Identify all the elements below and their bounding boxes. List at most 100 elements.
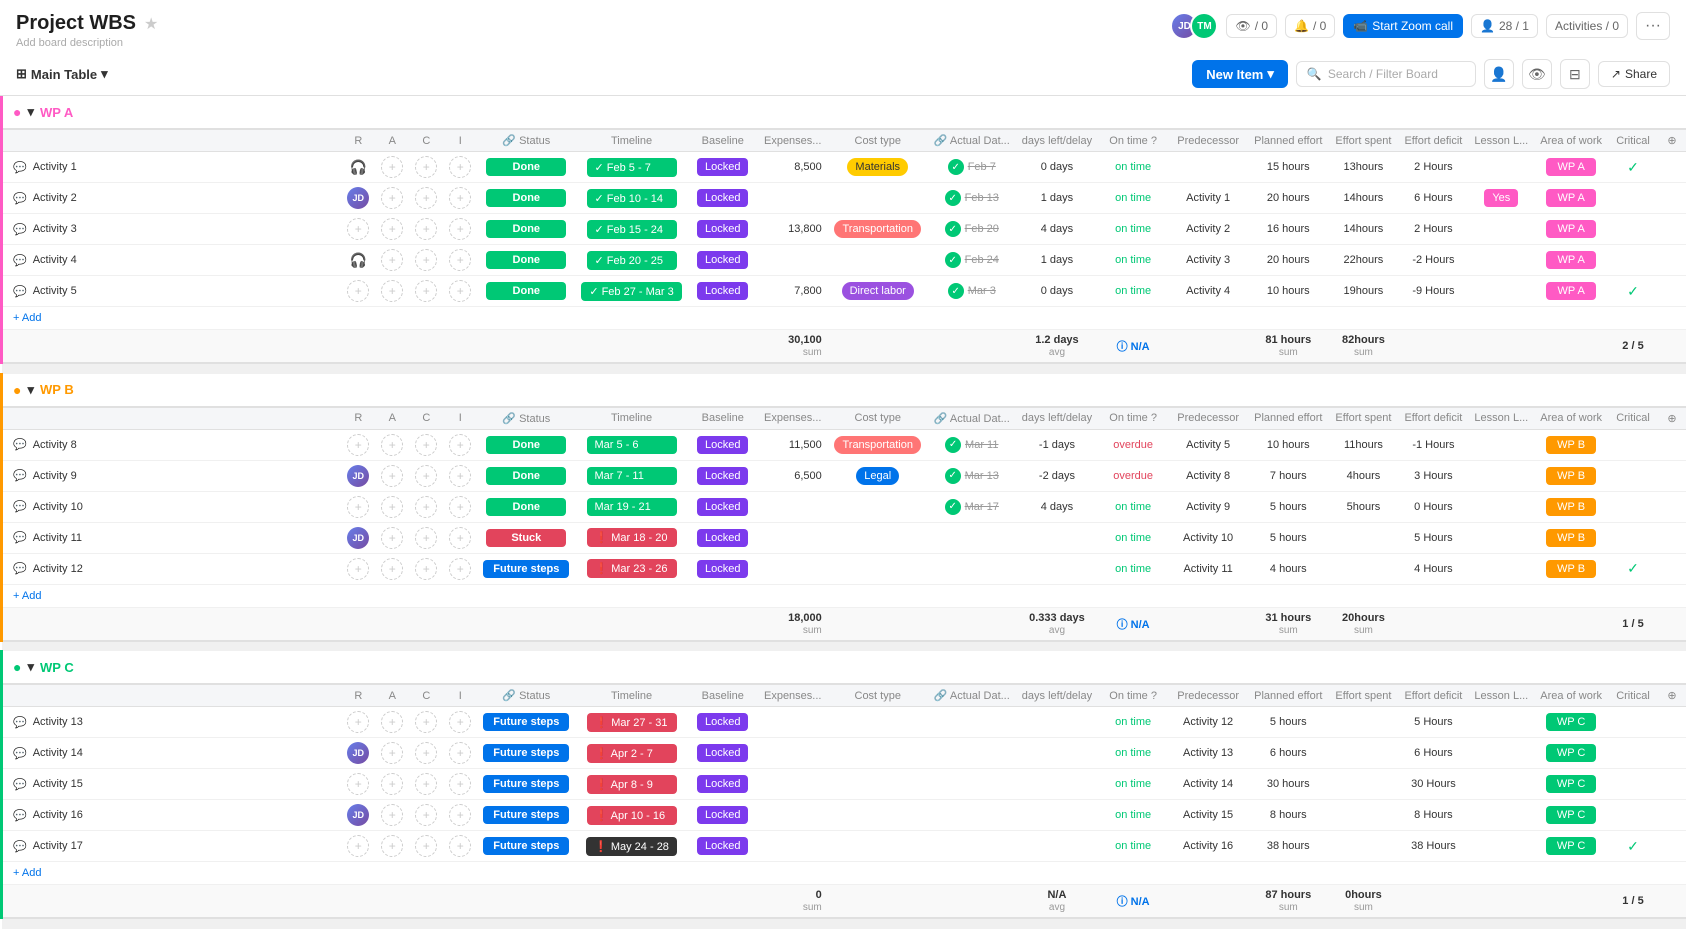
placeholder-person[interactable]: + <box>347 496 369 518</box>
comment-icon[interactable]: 💬 <box>13 192 27 205</box>
eye-button[interactable]: 👁 <box>1522 59 1552 89</box>
comment-icon[interactable]: 💬 <box>13 254 27 267</box>
add-row-wpc[interactable]: + Add <box>2 862 1686 885</box>
comment-icon[interactable]: 💬 <box>13 223 27 236</box>
comment-icon[interactable]: 💬 <box>13 469 27 482</box>
person-filter-button[interactable]: 👤 <box>1484 59 1514 89</box>
status-cell[interactable]: Future steps <box>477 769 575 800</box>
placeholder-person[interactable]: + <box>381 773 403 795</box>
status-cell[interactable]: Future steps <box>477 800 575 831</box>
status-cell[interactable]: Future steps <box>477 707 575 738</box>
placeholder-person[interactable]: + <box>381 465 403 487</box>
placeholder-person[interactable]: + <box>449 527 471 549</box>
placeholder-person[interactable]: + <box>381 742 403 764</box>
comment-icon[interactable]: 💬 <box>13 809 27 822</box>
group-collapse-icon[interactable]: ▾ <box>27 104 34 120</box>
comment-icon[interactable]: 💬 <box>13 840 27 853</box>
placeholder-person[interactable]: + <box>415 527 437 549</box>
placeholder-person[interactable]: + <box>381 496 403 518</box>
placeholder-person[interactable]: + <box>449 773 471 795</box>
status-cell[interactable]: Future steps <box>477 738 575 769</box>
placeholder-person[interactable]: + <box>381 249 403 271</box>
placeholder-person[interactable]: + <box>449 434 471 456</box>
placeholder-person[interactable]: + <box>347 773 369 795</box>
main-table-selector[interactable]: ⊞ Main Table ▾ <box>16 66 108 82</box>
comment-icon[interactable]: 💬 <box>13 438 27 451</box>
placeholder-person[interactable]: + <box>347 218 369 240</box>
status-cell[interactable]: Done <box>477 245 575 276</box>
placeholder-person[interactable]: + <box>449 280 471 302</box>
placeholder-person[interactable]: + <box>415 558 437 580</box>
add-item-button[interactable]: + Add <box>2 584 1686 607</box>
placeholder-person[interactable]: + <box>381 835 403 857</box>
placeholder-person[interactable]: + <box>449 187 471 209</box>
comment-icon[interactable]: 💬 <box>13 161 27 174</box>
placeholder-person[interactable]: + <box>347 280 369 302</box>
col-add-header[interactable]: ⊕ <box>1658 407 1686 430</box>
placeholder-person[interactable]: + <box>415 249 437 271</box>
comment-icon[interactable]: 💬 <box>13 716 27 729</box>
star-icon[interactable]: ★ <box>144 14 158 34</box>
placeholder-person[interactable]: + <box>449 465 471 487</box>
placeholder-person[interactable]: + <box>415 156 437 178</box>
placeholder-person[interactable]: + <box>381 156 403 178</box>
placeholder-person[interactable]: + <box>381 804 403 826</box>
placeholder-person[interactable]: + <box>381 527 403 549</box>
more-options-button[interactable]: ··· <box>1636 12 1670 40</box>
placeholder-person[interactable]: + <box>347 835 369 857</box>
status-cell[interactable]: Future steps <box>477 831 575 862</box>
add-item-button[interactable]: + Add <box>2 862 1686 885</box>
placeholder-person[interactable]: + <box>415 280 437 302</box>
comment-icon[interactable]: 💬 <box>13 500 27 513</box>
placeholder-person[interactable]: + <box>381 558 403 580</box>
placeholder-person[interactable]: + <box>381 218 403 240</box>
group-collapse-icon[interactable]: ▾ <box>27 659 34 675</box>
add-row-wpb[interactable]: + Add <box>2 584 1686 607</box>
add-description[interactable]: Add board description <box>16 37 158 49</box>
placeholder-person[interactable]: + <box>415 804 437 826</box>
comment-icon[interactable]: 💬 <box>13 562 27 575</box>
status-cell[interactable]: Done <box>477 152 575 183</box>
placeholder-person[interactable]: + <box>347 558 369 580</box>
placeholder-person[interactable]: + <box>415 465 437 487</box>
comment-icon[interactable]: 💬 <box>13 747 27 760</box>
placeholder-person[interactable]: + <box>449 156 471 178</box>
status-cell[interactable]: Done <box>477 214 575 245</box>
placeholder-person[interactable]: + <box>415 773 437 795</box>
placeholder-person[interactable]: + <box>449 742 471 764</box>
search-box[interactable]: 🔍 Search / Filter Board <box>1296 61 1476 87</box>
status-cell[interactable]: Done <box>477 429 575 460</box>
placeholder-person[interactable]: + <box>449 711 471 733</box>
placeholder-person[interactable]: + <box>449 558 471 580</box>
col-add-header[interactable]: ⊕ <box>1658 684 1686 707</box>
status-cell[interactable]: Done <box>477 276 575 307</box>
zoom-button[interactable]: 📹 Start Zoom call <box>1343 14 1463 38</box>
comment-icon[interactable]: 💬 <box>13 285 27 298</box>
status-cell[interactable]: Done <box>477 460 575 491</box>
placeholder-person[interactable]: + <box>415 835 437 857</box>
status-cell[interactable]: Done <box>477 183 575 214</box>
placeholder-person[interactable]: + <box>381 187 403 209</box>
placeholder-person[interactable]: + <box>449 835 471 857</box>
placeholder-person[interactable]: + <box>415 187 437 209</box>
status-cell[interactable]: Done <box>477 491 575 522</box>
placeholder-person[interactable]: + <box>347 711 369 733</box>
placeholder-person[interactable]: + <box>381 434 403 456</box>
comment-icon[interactable]: 💬 <box>13 778 27 791</box>
placeholder-person[interactable]: + <box>449 218 471 240</box>
placeholder-person[interactable]: + <box>415 711 437 733</box>
placeholder-person[interactable]: + <box>381 711 403 733</box>
placeholder-person[interactable]: + <box>415 218 437 240</box>
placeholder-person[interactable]: + <box>415 496 437 518</box>
share-button[interactable]: ↗ Share <box>1598 61 1670 87</box>
placeholder-person[interactable]: + <box>381 280 403 302</box>
add-row-wpa[interactable]: + Add <box>2 307 1686 330</box>
placeholder-person[interactable]: + <box>449 804 471 826</box>
new-item-button[interactable]: New Item ▾ <box>1192 60 1288 88</box>
placeholder-person[interactable]: + <box>449 249 471 271</box>
placeholder-person[interactable]: + <box>449 496 471 518</box>
add-item-button[interactable]: + Add <box>2 307 1686 330</box>
group-collapse-icon[interactable]: ▾ <box>27 382 34 398</box>
placeholder-person[interactable]: + <box>415 434 437 456</box>
placeholder-person[interactable]: + <box>347 434 369 456</box>
